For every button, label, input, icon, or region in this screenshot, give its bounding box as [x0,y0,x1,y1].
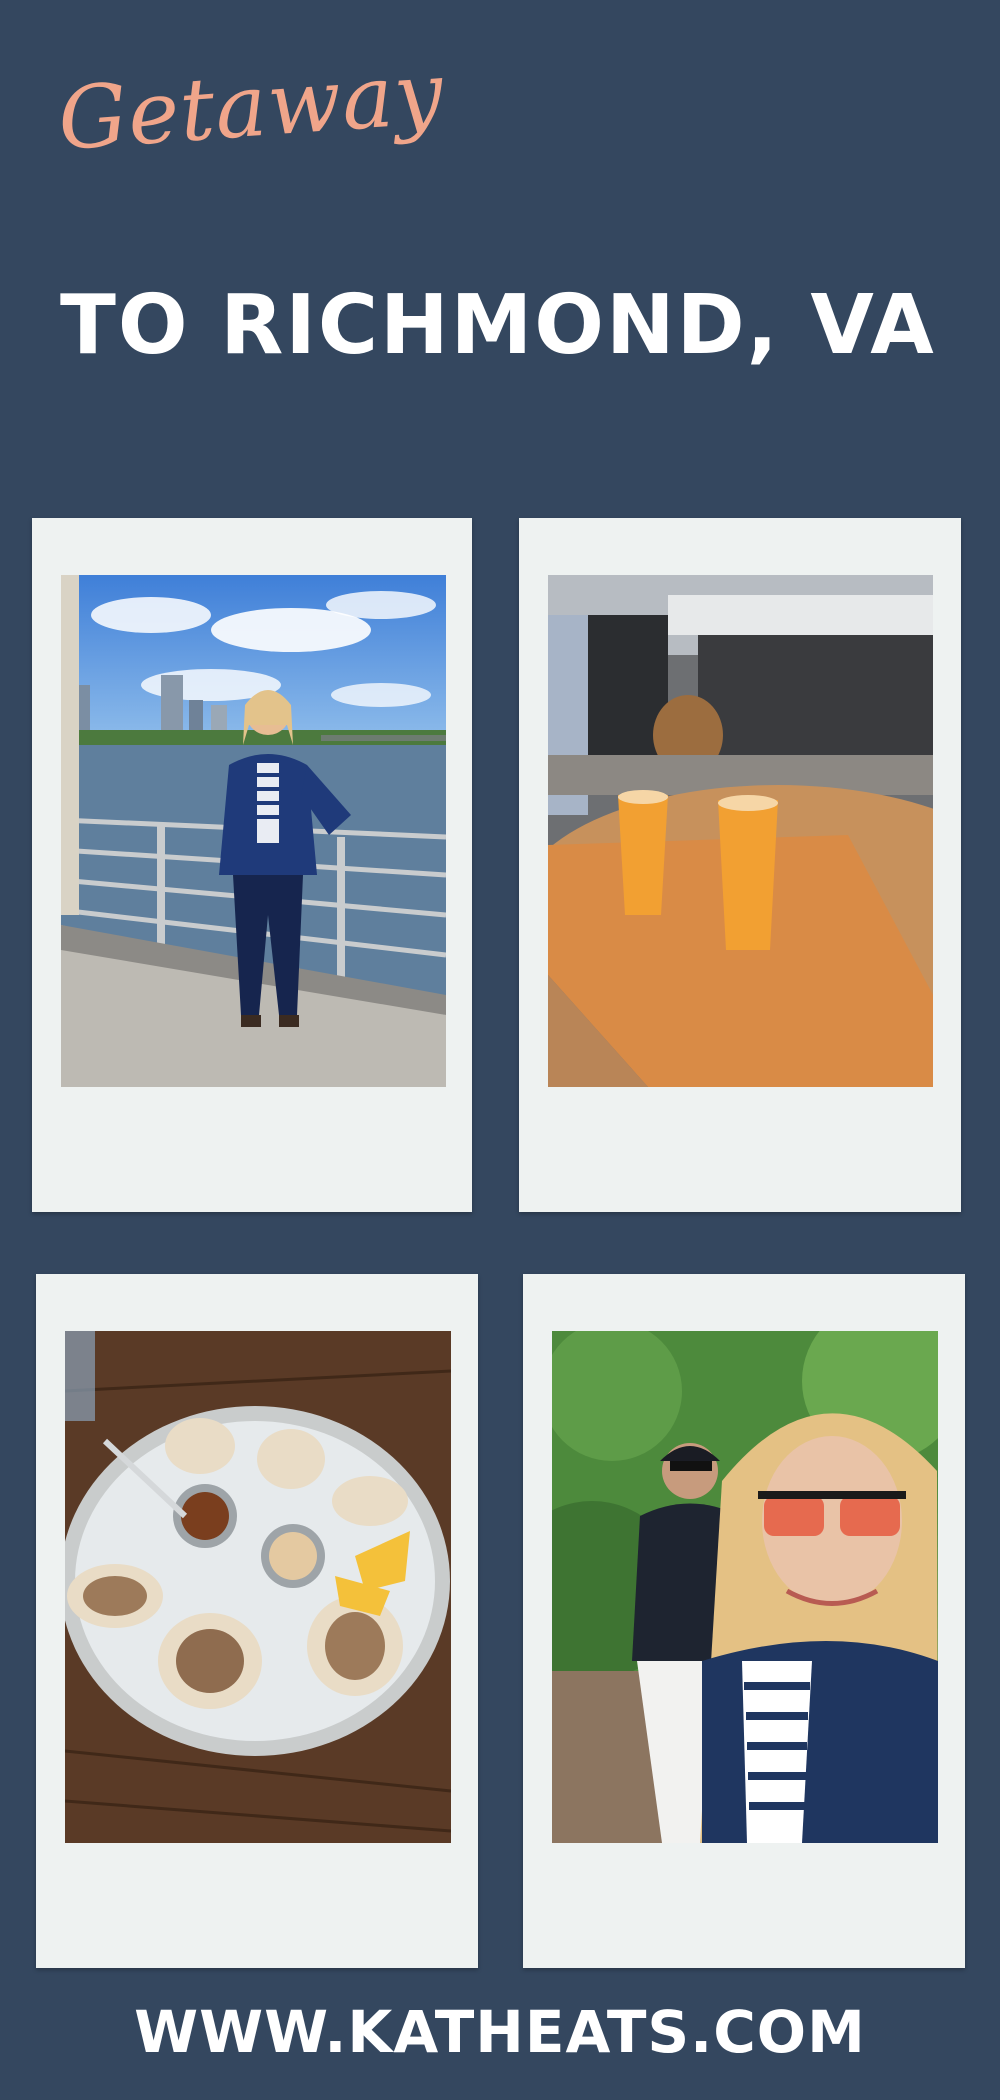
polaroid-frame-4 [523,1274,965,1968]
oysters-photo [65,1331,451,1843]
polaroid-frame-1 [32,518,472,1212]
polaroid-frame-2 [519,518,961,1212]
script-title: Getaway [55,43,447,170]
main-title: TO RICHMOND, VA [60,278,936,373]
woman-on-bridge-photo [61,575,446,1087]
beer-flight-photo [548,575,933,1087]
website-url[interactable]: WWW.KATHEATS.COM [0,1998,1000,2066]
polaroid-frame-3 [36,1274,478,1968]
selfie-couple-photo [552,1331,938,1843]
